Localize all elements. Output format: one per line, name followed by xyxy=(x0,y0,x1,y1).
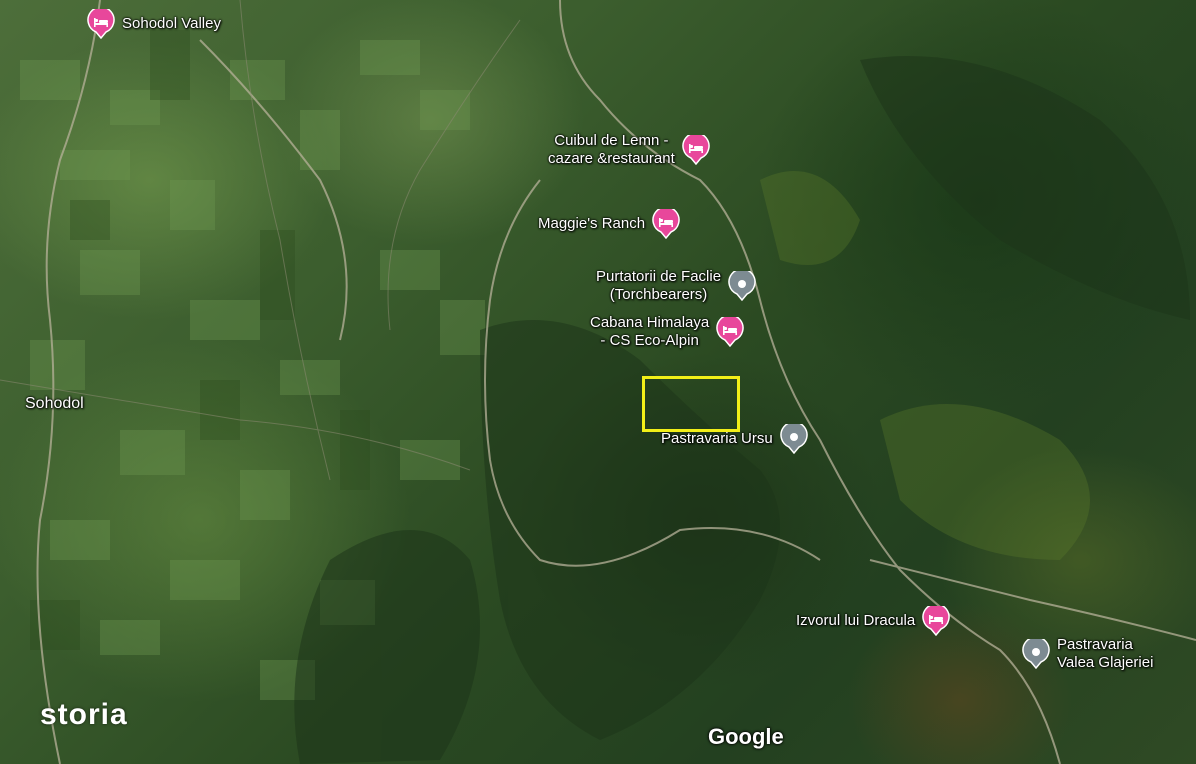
bed-icon xyxy=(922,606,950,636)
poi-label: Izvorul lui Dracula xyxy=(796,612,916,629)
poi-label: Pastravaria Valea Glajeriei xyxy=(1057,636,1154,671)
bed-icon xyxy=(716,317,744,347)
location-pin-icon xyxy=(728,271,756,301)
poi-purtatorii-de-faclie[interactable]: Purtatorii de Faclie (Torchbearers) xyxy=(596,268,757,304)
poi-cabana-himalaya[interactable]: Cabana Himalaya - CS Eco-Alpin xyxy=(590,314,745,350)
poi-label: Pastravaria Ursu xyxy=(661,430,773,447)
poi-maggies-ranch[interactable]: Maggie's Ranch xyxy=(538,209,681,239)
poi-label: Maggie's Ranch xyxy=(538,215,646,232)
poi-izvorul-lui-dracula[interactable]: Izvorul lui Dracula xyxy=(796,606,951,636)
satellite-map[interactable]: Sohodol Sohodol Valley Cuibul de Lemn - … xyxy=(0,0,1196,764)
terrain-layer xyxy=(0,0,1196,764)
poi-label: Cuibul de Lemn - cazare &restaurant xyxy=(548,132,675,167)
poi-label: Cabana Himalaya - CS Eco-Alpin xyxy=(590,314,710,349)
google-logo: Google xyxy=(708,724,784,749)
storia-watermark: storia xyxy=(40,698,128,731)
poi-label: Purtatorii de Faclie (Torchbearers) xyxy=(596,268,722,303)
bed-icon xyxy=(681,135,710,165)
bed-icon xyxy=(652,209,680,239)
poi-sohodol-valley[interactable]: Sohodol Valley xyxy=(86,9,221,39)
bed-icon xyxy=(87,9,115,39)
poi-label: Sohodol Valley xyxy=(122,15,221,32)
location-pin-icon xyxy=(1022,639,1050,669)
property-highlight-box xyxy=(642,376,740,432)
poi-cuibul-de-lemn[interactable]: Cuibul de Lemn - cazare &restaurant xyxy=(548,132,711,168)
location-pin-icon xyxy=(779,424,808,454)
place-label-sohodol[interactable]: Sohodol xyxy=(25,395,84,413)
poi-pastravaria-valea-glajeriei[interactable]: Pastravaria Valea Glajeriei xyxy=(1021,636,1153,672)
